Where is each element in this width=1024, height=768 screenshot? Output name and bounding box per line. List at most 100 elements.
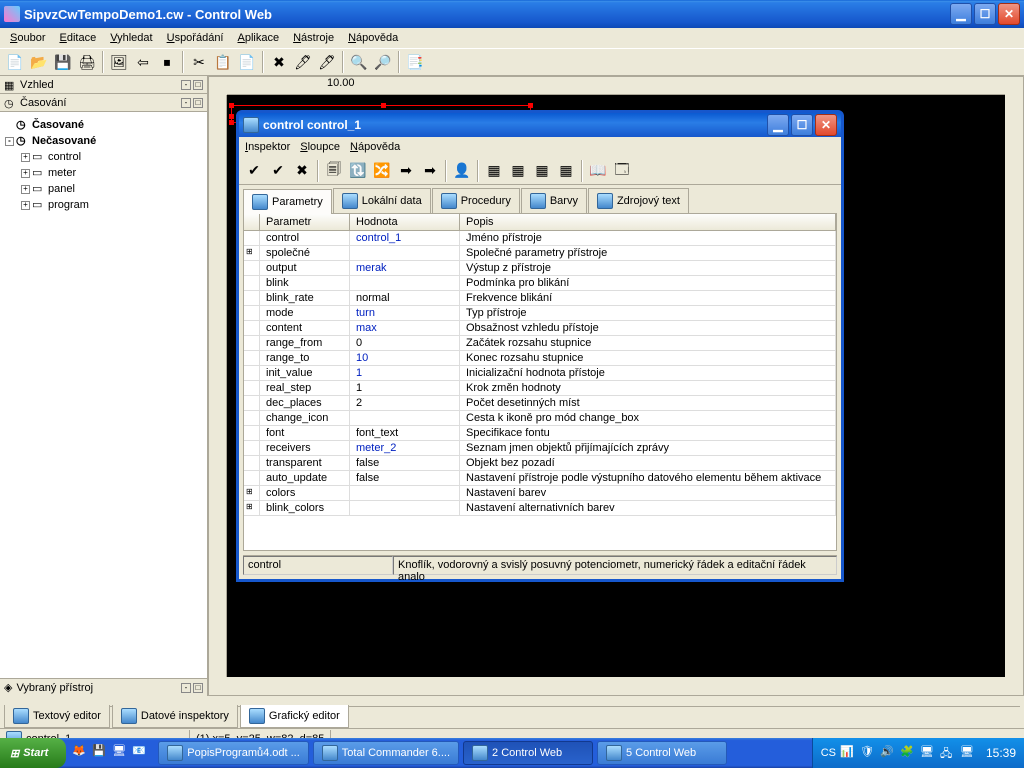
grid-row[interactable]: ⊞blink_colorsNastavení alternativních ba… [244,501,836,516]
child-maximize-button[interactable] [791,114,813,136]
panel-casovani[interactable]: ◷ Časování -□ [0,94,207,112]
grid-row[interactable]: modeturnTyp přístroje [244,306,836,321]
grid-row[interactable]: blinkPodmínka pro blikání [244,276,836,291]
editor-tab[interactable]: Textový editor [4,705,110,728]
child-tab[interactable]: Barvy [521,188,587,213]
child-tab[interactable]: Procedury [432,188,520,213]
child-toolbar-button[interactable]: ➡ [419,160,441,182]
child-toolbar-button[interactable]: 📖 [587,160,609,182]
toolbar-button[interactable]: 🔍 [348,51,370,73]
taskbar-task[interactable]: 5 Control Web [597,741,727,765]
child-menu-item[interactable]: Sloupce [300,141,340,153]
toolbar-button[interactable]: 📑 [404,51,426,73]
menu-item[interactable]: Nástroje [287,30,340,46]
menu-item[interactable]: Editace [53,30,102,46]
toolbar-button[interactable]: ⇦ [132,51,154,73]
child-toolbar-button[interactable]: ▦ [531,160,553,182]
child-toolbar-button[interactable]: 🔃 [347,160,369,182]
toolbar-button[interactable]: 📄 [236,51,258,73]
grid-row[interactable]: range_from0Začátek rozsahu stupnice [244,336,836,351]
tree-item[interactable]: -◷Nečasované [5,133,202,149]
close-button[interactable] [998,3,1020,25]
panel-vybrany[interactable]: ◈ Vybraný přístroj -□ [0,678,207,696]
child-tab[interactable]: Lokální data [333,188,431,213]
grid-row[interactable]: dec_places2Počet desetinných míst [244,396,836,411]
grid-row[interactable]: controlcontrol_1Jméno přístroje [244,231,836,246]
toolbar-button[interactable]: 📄 [4,51,26,73]
toolbar-button[interactable]: 🔎 [372,51,394,73]
maximize-button[interactable] [974,3,996,25]
child-menu-item[interactable]: Nápověda [350,141,400,153]
minimize-button[interactable] [950,3,972,25]
grid-row[interactable]: ⊞společnéSpolečné parametry přístroje [244,246,836,261]
toolbar-button[interactable]: ✖ [268,51,290,73]
child-toolbar-button[interactable]: ➡ [395,160,417,182]
child-minimize-button[interactable] [767,114,789,136]
menu-item[interactable]: Soubor [4,30,51,46]
grid-row[interactable]: change_iconCesta k ikoně pro mód change_… [244,411,836,426]
panel-btn[interactable]: □ [193,98,203,108]
col-parametr[interactable]: Parametr [260,214,350,230]
toolbar-button[interactable]: 📋 [212,51,234,73]
grid-row[interactable]: outputmerakVýstup z přístroje [244,261,836,276]
taskbar-task[interactable]: PopisProgramů4.odt ... [158,741,309,765]
grid-row[interactable]: real_step1Krok změn hodnoty [244,381,836,396]
grid-row[interactable]: blink_ratenormalFrekvence blikání [244,291,836,306]
tree-view[interactable]: ◷Časované-◷Nečasované+▭control+▭meter+▭p… [0,112,207,678]
editor-tab[interactable]: Datové inspektory [112,705,238,728]
tree-item[interactable]: +▭meter [5,165,202,181]
panel-btn[interactable]: - [181,80,191,90]
panel-btn[interactable]: □ [193,683,203,693]
child-toolbar-button[interactable]: ✖ [291,160,313,182]
panel-vzhled[interactable]: ▦ Vzhled -□ [0,76,207,94]
quicklaunch[interactable]: 🦊💾🖥📧 [66,744,156,762]
property-grid[interactable]: Parametr Hodnota Popis controlcontrol_1J… [243,213,837,551]
tree-item[interactable]: ◷Časované [5,117,202,133]
grid-row[interactable]: transparentfalseObjekt bez pozadí [244,456,836,471]
grid-row[interactable]: receiversmeter_2Seznam jmen objektů přij… [244,441,836,456]
child-tab[interactable]: Parametry [243,189,332,214]
child-toolbar-button[interactable]: ✔ [243,160,265,182]
menu-item[interactable]: Aplikace [232,30,286,46]
editor-tab[interactable]: Grafický editor [240,705,349,728]
menu-item[interactable]: Uspořádání [161,30,230,46]
child-toolbar-button[interactable]: 🔀 [371,160,393,182]
child-toolbar-button[interactable]: ▦ [483,160,505,182]
panel-btn[interactable]: □ [193,80,203,90]
scrollbar-horizontal[interactable] [227,677,1005,695]
toolbar-button[interactable]: ⏹ [156,51,178,73]
child-toolbar-button[interactable]: 🗐 [323,160,345,182]
grid-row[interactable]: range_to10Konec rozsahu stupnice [244,351,836,366]
toolbar-button[interactable]: 🖨 [76,51,98,73]
toolbar-button[interactable]: ✂ [188,51,210,73]
menu-item[interactable]: Vyhledat [104,30,158,46]
toolbar-button[interactable]: 🖊 [292,51,314,73]
grid-row[interactable]: ⊞colorsNastavení barev [244,486,836,501]
panel-btn[interactable]: - [181,683,191,693]
child-toolbar-button[interactable]: 🗔 [611,160,633,182]
lang-indicator[interactable]: CS [821,747,836,759]
child-tab[interactable]: Zdrojový text [588,188,689,213]
child-toolbar-button[interactable]: ▦ [507,160,529,182]
grid-row[interactable]: fontfont_textSpecifikace fontu [244,426,836,441]
toolbar-button[interactable]: 🖼 [108,51,130,73]
child-toolbar-button[interactable]: ✔ [267,160,289,182]
grid-row[interactable]: init_value1Inicializační hodnota přístoj… [244,366,836,381]
child-titlebar[interactable]: control control_1 [239,113,841,137]
taskbar-task[interactable]: Total Commander 6.... [313,741,459,765]
col-hodnota[interactable]: Hodnota [350,214,460,230]
toolbar-button[interactable]: 💾 [52,51,74,73]
child-close-button[interactable] [815,114,837,136]
panel-btn[interactable]: - [181,98,191,108]
taskbar-task[interactable]: 2 Control Web [463,741,593,765]
system-tray[interactable]: CS 📊🛡🔊🧩🖥🖧🖥 15:39 [812,738,1024,768]
toolbar-button[interactable]: 📂 [28,51,50,73]
col-popis[interactable]: Popis [460,214,836,230]
child-toolbar-button[interactable]: 👤 [451,160,473,182]
tree-item[interactable]: +▭panel [5,181,202,197]
grid-row[interactable]: contentmaxObsažnost vzhledu přístoje [244,321,836,336]
child-toolbar-button[interactable]: ▦ [555,160,577,182]
tree-item[interactable]: +▭control [5,149,202,165]
start-button[interactable]: ⊞ Start [0,738,66,768]
toolbar-button[interactable]: 🖊 [316,51,338,73]
